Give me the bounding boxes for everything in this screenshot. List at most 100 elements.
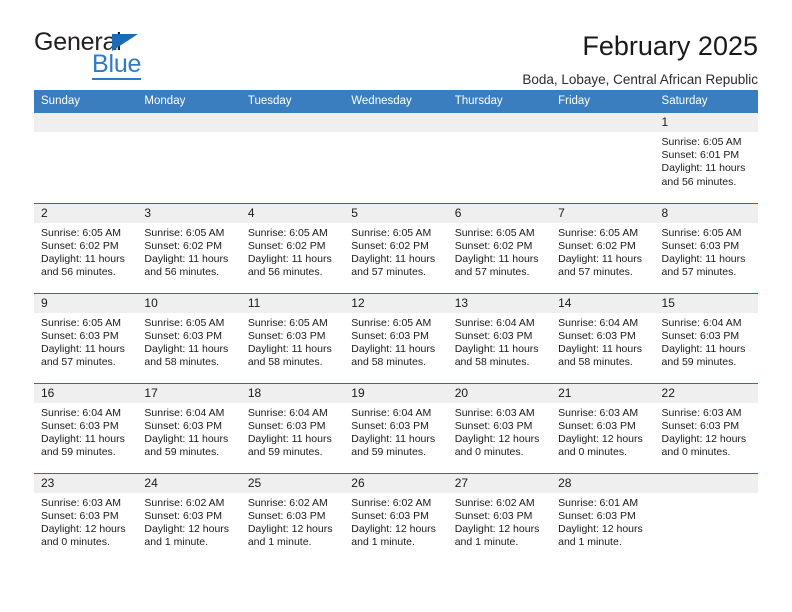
sunset-text: Sunset: 6:02 PM	[351, 239, 429, 252]
day-number: 26	[344, 473, 448, 493]
day-cell[interactable]: 20 Sunrise: 6:03 AM Sunset: 6:03 PM Dayl…	[447, 382, 552, 473]
day-details: Sunrise: 6:04 AM Sunset: 6:03 PM Dayligh…	[34, 403, 137, 460]
sunset-text: Sunset: 6:03 PM	[41, 419, 119, 432]
day-cell[interactable]: 28 Sunrise: 6:01 AM Sunset: 6:03 PM Dayl…	[551, 472, 655, 563]
day-cell[interactable]: 11 Sunrise: 6:05 AM Sunset: 6:03 PM Dayl…	[240, 292, 345, 383]
day-cell[interactable]	[654, 472, 758, 563]
sunset-text: Sunset: 6:03 PM	[144, 509, 223, 522]
page-header: General Blue February 2025 Boda, Lobaye,…	[0, 0, 792, 87]
day-cell[interactable]	[34, 113, 138, 203]
daylight-text: Daylight: 12 hours and 0 minutes.	[661, 432, 747, 459]
sunset-text: Sunset: 6:03 PM	[558, 419, 636, 432]
day-cell[interactable]	[344, 113, 448, 203]
day-number: 28	[551, 473, 655, 493]
sunset-text: Sunset: 6:03 PM	[558, 509, 636, 522]
day-number: 11	[240, 293, 345, 313]
day-details: Sunrise: 6:04 AM Sunset: 6:03 PM Dayligh…	[241, 403, 344, 460]
logo-underline	[92, 78, 141, 80]
sunset-text: Sunset: 6:01 PM	[661, 149, 740, 162]
daylight-text: Daylight: 11 hours and 59 minutes.	[41, 432, 125, 459]
day-cell[interactable]: 27 Sunrise: 6:02 AM Sunset: 6:03 PM Dayl…	[447, 472, 552, 563]
daylight-text: Daylight: 12 hours and 0 minutes.	[454, 432, 540, 459]
sunset-text: Sunset: 6:03 PM	[144, 329, 223, 342]
day-cell[interactable]: 6 Sunrise: 6:05 AM Sunset: 6:02 PM Dayli…	[447, 202, 552, 293]
day-cell[interactable]: 5 Sunrise: 6:05 AM Sunset: 6:02 PM Dayli…	[344, 202, 448, 293]
sunrise-text: Sunrise: 6:04 AM	[558, 316, 639, 329]
day-details: Sunrise: 6:02 AM Sunset: 6:03 PM Dayligh…	[448, 493, 551, 550]
day-number: 12	[344, 293, 448, 313]
day-number: 20	[447, 383, 552, 403]
day-cell[interactable]: 14 Sunrise: 6:04 AM Sunset: 6:03 PM Dayl…	[551, 292, 655, 383]
day-cell[interactable]: 23 Sunrise: 6:03 AM Sunset: 6:03 PM Dayl…	[34, 472, 138, 563]
day-cell[interactable]: 4 Sunrise: 6:05 AM Sunset: 6:02 PM Dayli…	[240, 202, 345, 293]
daylight-text: Daylight: 11 hours and 59 minutes.	[144, 432, 229, 459]
day-cell[interactable]: 21 Sunrise: 6:03 AM Sunset: 6:03 PM Dayl…	[551, 382, 655, 473]
daylight-text: Daylight: 11 hours and 56 minutes.	[144, 252, 229, 279]
day-details: Sunrise: 6:05 AM Sunset: 6:01 PM Dayligh…	[655, 132, 758, 189]
daylight-text: Daylight: 11 hours and 59 minutes.	[661, 342, 746, 369]
sunset-text: Sunset: 6:03 PM	[454, 509, 533, 522]
day-cell[interactable]: 7 Sunrise: 6:05 AM Sunset: 6:02 PM Dayli…	[551, 202, 655, 293]
day-number: 3	[137, 203, 241, 223]
day-number: 8	[654, 203, 758, 223]
day-cell[interactable]: 24 Sunrise: 6:02 AM Sunset: 6:03 PM Dayl…	[137, 472, 241, 563]
sunset-text: Sunset: 6:02 PM	[558, 239, 636, 252]
day-number: 6	[447, 203, 552, 223]
day-number: 22	[654, 383, 758, 403]
sunrise-text: Sunrise: 6:03 AM	[454, 406, 535, 419]
calendar-week-row: 16 Sunrise: 6:04 AM Sunset: 6:03 PM Dayl…	[34, 382, 758, 473]
day-cell[interactable]: 12 Sunrise: 6:05 AM Sunset: 6:03 PM Dayl…	[344, 292, 448, 383]
sunrise-text: Sunrise: 6:02 AM	[454, 496, 535, 509]
sunrise-text: Sunrise: 6:05 AM	[144, 316, 225, 329]
weekday-header-thursday: Thursday	[447, 90, 552, 113]
day-cell[interactable]: 15 Sunrise: 6:04 AM Sunset: 6:03 PM Dayl…	[654, 292, 758, 383]
daylight-text: Daylight: 11 hours and 56 minutes.	[661, 162, 746, 188]
weekday-header-sunday: Sunday	[34, 90, 138, 113]
day-cell[interactable]: 2 Sunrise: 6:05 AM Sunset: 6:02 PM Dayli…	[34, 202, 138, 293]
sunset-text: Sunset: 6:03 PM	[351, 329, 429, 342]
day-details: Sunrise: 6:05 AM Sunset: 6:02 PM Dayligh…	[448, 223, 551, 280]
day-cell[interactable]: 3 Sunrise: 6:05 AM Sunset: 6:02 PM Dayli…	[137, 202, 241, 293]
day-cell[interactable]: 9 Sunrise: 6:05 AM Sunset: 6:03 PM Dayli…	[34, 292, 138, 383]
day-cell[interactable]: 18 Sunrise: 6:04 AM Sunset: 6:03 PM Dayl…	[240, 382, 345, 473]
day-number: 21	[551, 383, 655, 403]
sunrise-text: Sunrise: 6:04 AM	[144, 406, 225, 419]
day-details: Sunrise: 6:05 AM Sunset: 6:03 PM Dayligh…	[344, 313, 447, 370]
calendar-body: 1 Sunrise: 6:05 AM Sunset: 6:01 PM Dayli…	[34, 113, 758, 563]
general-blue-logo: General Blue	[34, 30, 234, 80]
sunset-text: Sunset: 6:03 PM	[247, 329, 326, 342]
day-cell[interactable]: 17 Sunrise: 6:04 AM Sunset: 6:03 PM Dayl…	[137, 382, 241, 473]
day-cell[interactable]: 26 Sunrise: 6:02 AM Sunset: 6:03 PM Dayl…	[344, 472, 448, 563]
calendar-week-row: 9 Sunrise: 6:05 AM Sunset: 6:03 PM Dayli…	[34, 292, 758, 383]
day-cell[interactable]	[240, 113, 345, 203]
day-details: Sunrise: 6:03 AM Sunset: 6:03 PM Dayligh…	[34, 493, 137, 550]
day-cell[interactable]: 13 Sunrise: 6:04 AM Sunset: 6:03 PM Dayl…	[447, 292, 552, 383]
day-number: 24	[137, 473, 241, 493]
day-details: Sunrise: 6:04 AM Sunset: 6:03 PM Dayligh…	[551, 313, 654, 370]
sunrise-text: Sunrise: 6:03 AM	[41, 496, 121, 509]
day-cell[interactable]	[137, 113, 241, 203]
day-cell[interactable]: 16 Sunrise: 6:04 AM Sunset: 6:03 PM Dayl…	[34, 382, 138, 473]
triangle-icon	[112, 34, 138, 51]
day-cell[interactable]: 10 Sunrise: 6:05 AM Sunset: 6:03 PM Dayl…	[137, 292, 241, 383]
day-number	[240, 113, 345, 132]
sunrise-text: Sunrise: 6:05 AM	[144, 226, 225, 239]
day-cell[interactable]	[447, 113, 552, 203]
sunrise-text: Sunrise: 6:04 AM	[661, 316, 742, 329]
day-number: 18	[240, 383, 345, 403]
calendar-table: Sunday Monday Tuesday Wednesday Thursday…	[34, 90, 758, 563]
day-cell[interactable]: 8 Sunrise: 6:05 AM Sunset: 6:03 PM Dayli…	[654, 202, 758, 293]
sunrise-text: Sunrise: 6:05 AM	[661, 136, 742, 148]
day-cell[interactable]: 22 Sunrise: 6:03 AM Sunset: 6:03 PM Dayl…	[654, 382, 758, 473]
day-cell[interactable]: 1 Sunrise: 6:05 AM Sunset: 6:01 PM Dayli…	[654, 113, 758, 203]
sunrise-text: Sunrise: 6:05 AM	[454, 226, 535, 239]
day-cell[interactable]	[551, 113, 655, 203]
day-details: Sunrise: 6:05 AM Sunset: 6:03 PM Dayligh…	[34, 313, 137, 370]
day-cell[interactable]: 25 Sunrise: 6:02 AM Sunset: 6:03 PM Dayl…	[240, 472, 345, 563]
daylight-text: Daylight: 12 hours and 1 minute.	[351, 522, 436, 549]
day-cell[interactable]: 19 Sunrise: 6:04 AM Sunset: 6:03 PM Dayl…	[344, 382, 448, 473]
daylight-text: Daylight: 11 hours and 58 minutes.	[247, 342, 332, 369]
day-details: Sunrise: 6:05 AM Sunset: 6:03 PM Dayligh…	[241, 313, 344, 370]
sunrise-text: Sunrise: 6:02 AM	[247, 496, 328, 509]
day-number: 17	[137, 383, 241, 403]
